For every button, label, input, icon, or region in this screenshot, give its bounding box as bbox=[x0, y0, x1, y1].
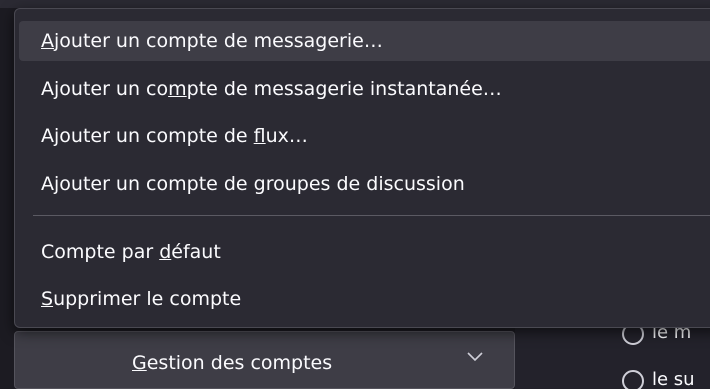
radio-option-2-label: le su bbox=[652, 369, 695, 389]
menu-item-remove-account[interactable]: Supprimer le compte bbox=[19, 279, 710, 319]
radio-option-2[interactable] bbox=[622, 370, 644, 389]
menu-item-add-newsgroup-account[interactable]: Ajouter un compte de groupes de discussi… bbox=[19, 164, 710, 204]
window-background-top bbox=[0, 0, 710, 8]
menu-item-add-feed-account[interactable]: Ajouter un compte de flux… bbox=[19, 116, 710, 156]
menu-separator bbox=[33, 215, 710, 216]
account-actions-button[interactable]: Gestion des comptes bbox=[14, 331, 515, 389]
menu-item-add-chat-account[interactable]: Ajouter un compte de messagerie instanta… bbox=[19, 69, 710, 109]
chevron-down-icon bbox=[467, 352, 483, 362]
screen: le m le su Gestion des comptes Ajouter u… bbox=[0, 0, 710, 389]
menu-item-add-mail-account[interactable]: Ajouter un compte de messagerie… bbox=[19, 21, 710, 61]
account-actions-label: Gestion des comptes bbox=[132, 352, 333, 374]
account-actions-menu: Ajouter un compte de messagerie… Ajouter… bbox=[14, 8, 710, 328]
menu-item-set-default-account[interactable]: Compte par défaut bbox=[19, 232, 710, 272]
